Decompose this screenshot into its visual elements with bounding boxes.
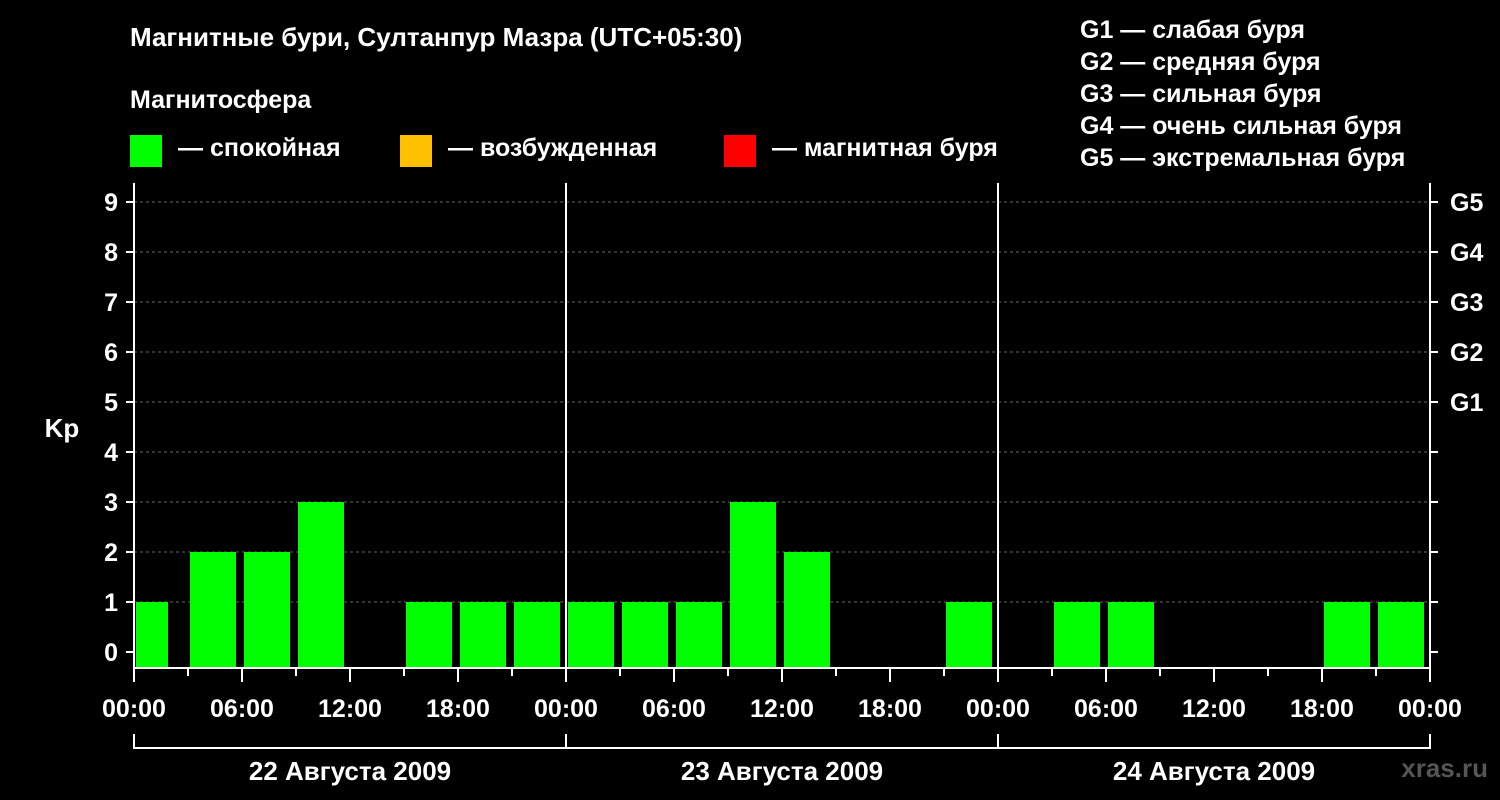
y-tick-label: 1 [104,589,118,617]
kp-bar [136,602,168,668]
kp-bar [1324,602,1370,668]
x-tick-label: 00:00 [102,695,166,723]
watermark: xras.ru [1401,753,1488,783]
y-tick-label: 0 [104,639,118,667]
y-tick-label: 5 [104,389,118,417]
g-level-label: G5 [1450,189,1483,217]
x-tick-label: 12:00 [318,695,382,723]
kp-bar [190,552,236,668]
x-tick-label: 18:00 [426,695,490,723]
g-level-label: G1 [1450,389,1483,417]
kp-bar [244,552,290,668]
kp-bar [514,602,560,668]
y-tick-label: 7 [104,289,118,317]
kp-bar [676,602,722,668]
x-tick-label: 00:00 [534,695,598,723]
kp-bar [298,502,344,668]
y-axis-label: Kp [45,413,80,443]
kp-bar [460,602,506,668]
x-tick-label: 00:00 [966,695,1030,723]
kp-bar [1054,602,1100,668]
day-label: 22 Августа 2009 [249,756,451,786]
kp-bar [568,602,614,668]
x-tick-label: 00:00 [1398,695,1462,723]
kp-bar [784,552,830,668]
kp-bar [1378,602,1424,668]
y-tick-label: 4 [104,439,118,467]
y-tick-label: 8 [104,239,118,267]
x-tick-label: 12:00 [1182,695,1246,723]
y-tick-label: 6 [104,339,118,367]
kp-bar [406,602,452,668]
x-tick-label: 18:00 [1290,695,1354,723]
day-label: 24 Августа 2009 [1113,756,1315,786]
kp-bar [622,602,668,668]
y-tick-label: 9 [104,189,118,217]
x-tick-label: 06:00 [210,695,274,723]
x-tick-label: 06:00 [642,695,706,723]
g-level-label: G2 [1450,339,1483,367]
g-level-label: G3 [1450,289,1483,317]
x-tick-label: 06:00 [1074,695,1138,723]
y-tick-label: 2 [104,539,118,567]
kp-bar-chart: 0 1 2 3 4 5 6 7 8 9 G1 G2 G3 G4 G5 Kp 00:00 06:00 12:00 18:… [45,183,1483,786]
g-level-label: G4 [1450,239,1483,267]
x-tick-label: 12:00 [750,695,814,723]
x-tick-label: 18:00 [858,695,922,723]
kp-bar [730,502,776,668]
kp-bar [1108,602,1154,668]
day-label: 23 Августа 2009 [681,756,883,786]
y-tick-label: 3 [104,489,118,517]
kp-bar [946,602,992,668]
